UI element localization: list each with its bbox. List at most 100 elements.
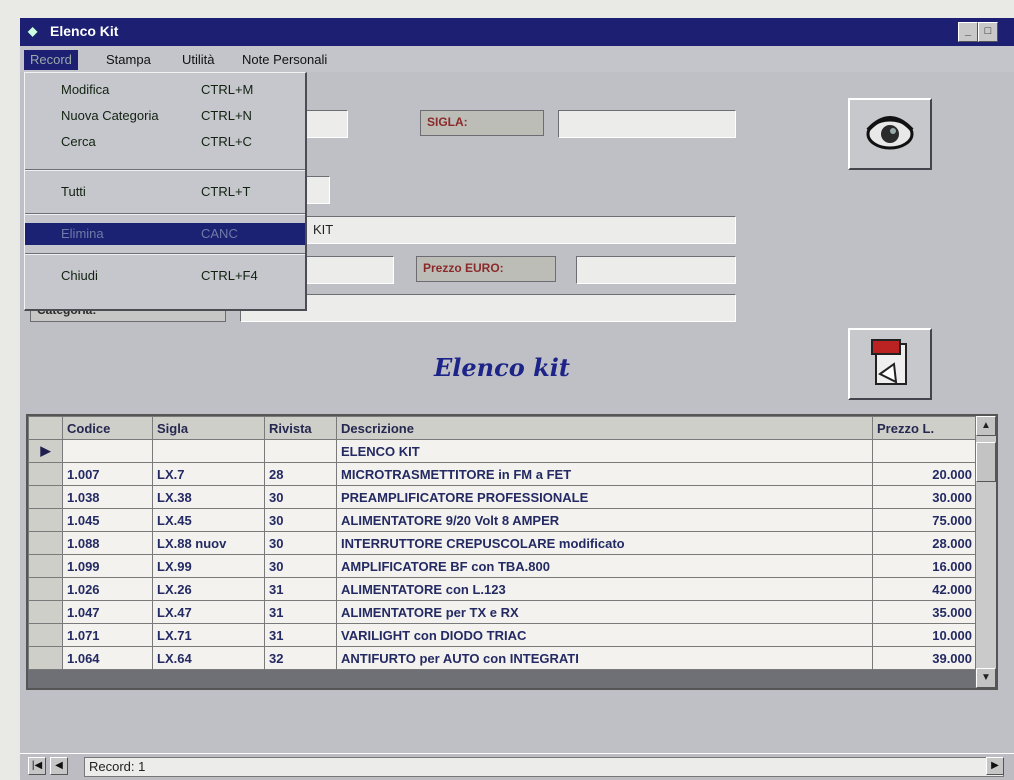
column-header-sigla[interactable]: Sigla [152,416,265,440]
cell-rivista[interactable]: 30 [264,531,337,555]
cell-sigla[interactable]: LX.88 nuov [152,531,265,555]
cell-sigla[interactable]: LX.47 [152,600,265,624]
cell-descrizione[interactable]: ANTIFURTO per AUTO con INTEGRATI [336,646,873,670]
cell-codice[interactable]: 1.007 [62,462,153,486]
row-selector[interactable] [28,485,63,509]
cell-rivista[interactable]: 30 [264,508,337,532]
row-selector[interactable] [28,600,63,624]
cell-prezzo[interactable]: 30.000 [872,485,977,509]
cell-prezzo[interactable]: 28.000 [872,531,977,555]
table-row[interactable]: 1.088 LX.88 nuov 30 INTERRUTTORE CREPUSC… [28,531,977,555]
cell-rivista[interactable]: 31 [264,577,337,601]
table-row[interactable]: 1.026 LX.26 31 ALIMENTATORE con L.123 42… [28,577,977,601]
cell-prezzo[interactable]: 10.000 [872,623,977,647]
cell-codice[interactable]: 1.088 [62,531,153,555]
cell-codice[interactable]: 1.038 [62,485,153,509]
previous-record-icon[interactable]: ◀ [50,757,68,775]
scroll-down-arrow-icon[interactable]: ▼ [976,668,996,688]
cell-codice[interactable]: 1.071 [62,623,153,647]
cell-rivista[interactable]: 28 [264,462,337,486]
minimize-button[interactable]: _ [958,22,978,42]
menu-item-elimina[interactable]: Elimina CANC [25,223,305,245]
cell-descrizione[interactable]: ALIMENTATORE 9/20 Volt 8 AMPER [336,508,873,532]
cell-rivista[interactable]: 30 [264,554,337,578]
menu-item-chiudi[interactable]: Chiudi CTRL+F4 [25,265,305,287]
menu-utilita[interactable]: Utilità [176,50,221,70]
sigla-field[interactable] [558,110,736,138]
row-selector[interactable] [28,531,63,555]
cell-descrizione[interactable]: INTERRUTTORE CREPUSCOLARE modificato [336,531,873,555]
cell-sigla[interactable]: LX.64 [152,646,265,670]
first-record-icon[interactable]: |◀ [28,757,46,775]
column-header-prezzo[interactable]: Prezzo L. [872,416,977,440]
table-row[interactable]: ▶ ELENCO KIT [28,439,977,463]
categoria-field[interactable] [240,294,736,322]
cell-sigla[interactable]: LX.7 [152,462,265,486]
codice-field[interactable] [306,110,348,138]
cell-codice[interactable]: 1.045 [62,508,153,532]
cell-descrizione[interactable]: ALIMENTATORE per TX e RX [336,600,873,624]
cell-rivista[interactable]: 31 [264,623,337,647]
cell-descrizione[interactable]: AMPLIFICATORE BF con TBA.800 [336,554,873,578]
cell-prezzo[interactable]: 16.000 [872,554,977,578]
cell-sigla[interactable]: LX.99 [152,554,265,578]
column-header-descrizione[interactable]: Descrizione [336,416,873,440]
menu-item-tutti[interactable]: Tutti CTRL+T [25,181,305,203]
descrizione-field[interactable]: KIT [306,216,736,244]
table-row[interactable]: 1.045 LX.45 30 ALIMENTATORE 9/20 Volt 8 … [28,508,977,532]
cell-rivista[interactable] [264,439,337,463]
menu-item-cerca[interactable]: Cerca CTRL+C [25,131,305,153]
row-selector[interactable] [28,623,63,647]
cell-prezzo[interactable]: 35.000 [872,600,977,624]
menu-record[interactable]: Record [24,50,78,70]
row-selector[interactable] [28,508,63,532]
table-vertical-scrollbar[interactable]: ▲ ▼ [975,416,996,688]
cell-codice[interactable]: 1.026 [62,577,153,601]
cell-descrizione[interactable]: ALIMENTATORE con L.123 [336,577,873,601]
menu-item-nuova-categoria[interactable]: Nuova Categoria CTRL+N [25,105,305,127]
print-button[interactable] [848,328,932,400]
menu-note-personali[interactable]: Note Personali [236,50,333,70]
cell-sigla[interactable]: LX.45 [152,508,265,532]
cell-descrizione[interactable]: PREAMPLIFICATORE PROFESSIONALE [336,485,873,509]
column-header-codice[interactable]: Codice [62,416,153,440]
cell-descrizione[interactable]: MICROTRASMETTITORE in FM a FET [336,462,873,486]
cell-codice[interactable] [62,439,153,463]
rivista-field[interactable] [306,176,330,204]
cell-rivista[interactable]: 30 [264,485,337,509]
cell-sigla[interactable]: LX.26 [152,577,265,601]
row-selector[interactable] [28,646,63,670]
cell-codice[interactable]: 1.047 [62,600,153,624]
table-row[interactable]: 1.099 LX.99 30 AMPLIFICATORE BF con TBA.… [28,554,977,578]
maximize-button[interactable]: □ [978,22,998,42]
cell-codice[interactable]: 1.064 [62,646,153,670]
cell-sigla[interactable]: LX.71 [152,623,265,647]
scroll-thumb[interactable] [976,442,996,482]
row-selector[interactable] [28,554,63,578]
row-selector[interactable] [28,577,63,601]
cell-prezzo[interactable]: 39.000 [872,646,977,670]
prezzo-euro-field[interactable] [576,256,736,284]
cell-descrizione[interactable]: VARILIGHT con DIODO TRIAC [336,623,873,647]
column-header-rivista[interactable]: Rivista [264,416,337,440]
cell-codice[interactable]: 1.099 [62,554,153,578]
scroll-up-arrow-icon[interactable]: ▲ [976,416,996,436]
view-button[interactable] [848,98,932,170]
cell-prezzo[interactable]: 75.000 [872,508,977,532]
cell-sigla[interactable] [152,439,265,463]
cell-prezzo[interactable]: 20.000 [872,462,977,486]
row-selector[interactable] [28,462,63,486]
menu-stampa[interactable]: Stampa [100,50,157,70]
table-row[interactable]: 1.007 LX.7 28 MICROTRASMETTITORE in FM a… [28,462,977,486]
menu-item-modifica[interactable]: Modifica CTRL+M [25,79,305,101]
table-row[interactable]: 1.064 LX.64 32 ANTIFURTO per AUTO con IN… [28,646,977,670]
table-row[interactable]: 1.047 LX.47 31 ALIMENTATORE per TX e RX … [28,600,977,624]
cell-rivista[interactable]: 32 [264,646,337,670]
table-row[interactable]: 1.071 LX.71 31 VARILIGHT con DIODO TRIAC… [28,623,977,647]
cell-prezzo[interactable]: 42.000 [872,577,977,601]
cell-descrizione[interactable]: ELENCO KIT [336,439,873,463]
prezzo-lire-field[interactable] [306,256,394,284]
next-record-icon[interactable]: ▶ [986,757,1004,775]
cell-prezzo[interactable] [872,439,977,463]
table-row[interactable]: 1.038 LX.38 30 PREAMPLIFICATORE PROFESSI… [28,485,977,509]
